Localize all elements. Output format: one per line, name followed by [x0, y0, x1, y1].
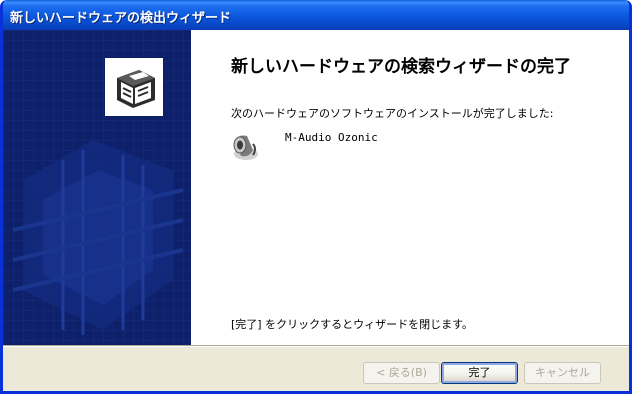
close-instruction: [完了] をクリックするとウィザードを閉じます。: [231, 318, 473, 331]
finish-button[interactable]: 完了: [441, 362, 518, 384]
hardware-install-icon: [104, 57, 164, 117]
wizard-client-area: 新しいハードウェアの検索ウィザードの完了 次のハードウェアのソフトウェアのインス…: [3, 30, 629, 345]
side-banner: [3, 30, 191, 345]
completion-message: 次のハードウェアのソフトウェアのインストールが完了しました:: [231, 107, 554, 120]
cancel-button[interactable]: キャンセル: [524, 362, 601, 384]
wizard-window: 新しいハードウェアの検出ウィザード 新しいハードウェアの検索ウィザードの完了 次…: [0, 0, 632, 394]
page-title: 新しいハードウェアの検索ウィザードの完了: [231, 57, 571, 77]
window-title: 新しいハードウェアの検出ウィザード: [10, 11, 232, 26]
back-button[interactable]: < 戻る(B): [363, 362, 440, 384]
speaker-icon: [229, 130, 263, 164]
device-name: M-Audio Ozonic: [285, 131, 378, 144]
title-bar[interactable]: 新しいハードウェアの検出ウィザード: [3, 0, 629, 30]
button-separator: [3, 345, 629, 347]
wizard-content: 新しいハードウェアの検索ウィザードの完了 次のハードウェアのソフトウェアのインス…: [191, 30, 629, 345]
